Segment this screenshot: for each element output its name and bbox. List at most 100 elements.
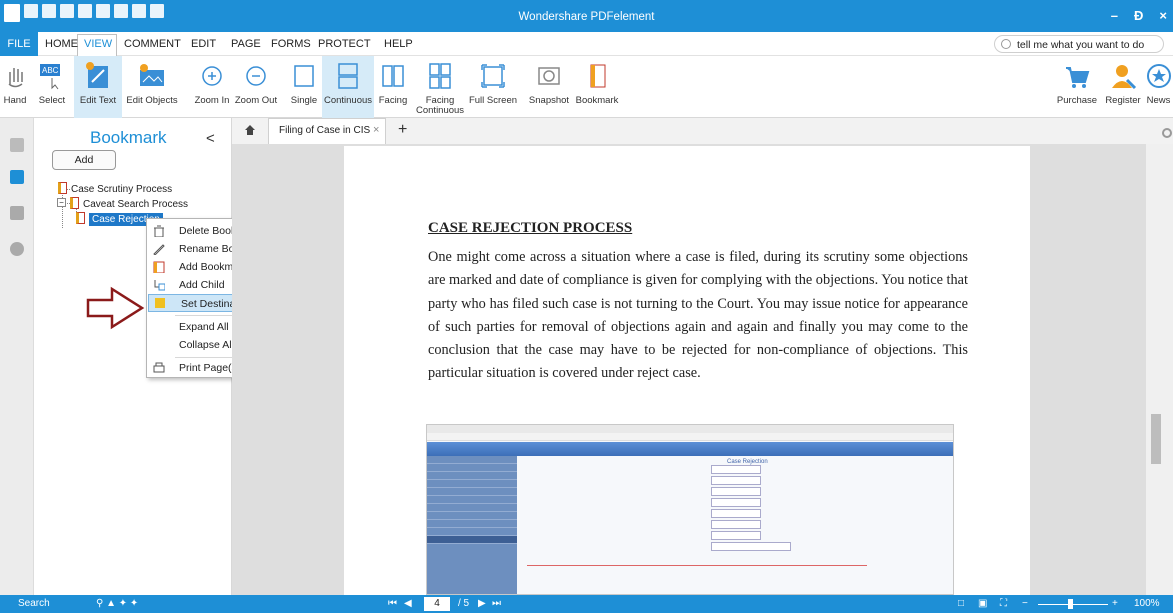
zoom-slider-track[interactable] <box>1038 604 1108 605</box>
zoom-in-status-icon[interactable]: + <box>1112 598 1118 609</box>
document-viewport[interactable]: CASE REJECTION PROCESS One might come ac… <box>232 144 1146 595</box>
facing-continuous-icon <box>426 62 454 90</box>
embedded-app-header <box>427 442 953 456</box>
menu-protect[interactable]: PROTECT <box>318 38 371 50</box>
hand-tool-button[interactable]: Hand <box>0 56 30 118</box>
add-bookmark-icon <box>153 261 165 273</box>
collapse-node-icon[interactable]: − <box>57 198 66 207</box>
document-tab-bar: Filing of Case in CIS × + <box>232 118 1173 144</box>
bookmark-button[interactable]: Bookmark <box>574 56 620 118</box>
tree-item[interactable]: Caveat Search Process <box>70 197 188 210</box>
zoom-level[interactable]: 100% <box>1134 598 1160 609</box>
trash-icon <box>154 225 164 237</box>
printer-icon <box>153 362 165 373</box>
scrollbar-thumb[interactable] <box>1151 414 1161 464</box>
pencil-icon <box>153 244 165 255</box>
embedded-browser-bar <box>427 425 953 433</box>
zoom-out-status-icon[interactable]: − <box>1022 598 1028 609</box>
tell-me-search[interactable]: tell me what you want to do <box>994 35 1164 53</box>
app-title: Wondershare PDFelement <box>518 11 655 23</box>
edit-objects-button[interactable]: Edit Objects <box>124 56 180 118</box>
document-tab[interactable]: Filing of Case in CIS × <box>268 118 386 144</box>
comments-panel-icon[interactable] <box>10 206 24 220</box>
add-bookmark-button[interactable]: Add <box>52 150 116 170</box>
search-icon <box>1001 39 1011 49</box>
camera-icon <box>535 62 563 90</box>
vertical-scrollbar[interactable] <box>1146 144 1173 595</box>
add-child-icon <box>154 280 165 291</box>
left-sidebar-strip <box>0 118 34 595</box>
panel-title: Bookmark <box>90 128 167 147</box>
purchase-button[interactable]: Purchase <box>1054 56 1100 118</box>
search-panel-icon[interactable] <box>10 242 24 256</box>
last-page-icon[interactable]: ⏭ <box>492 598 501 609</box>
single-page-icon <box>290 62 318 90</box>
search-nav-icons[interactable]: ⚲ ▲ ✦ ✦ <box>96 598 138 609</box>
gear-icon[interactable] <box>1162 128 1172 138</box>
bookmark-item-icon <box>58 182 67 194</box>
single-view-icon[interactable]: □ <box>958 598 964 609</box>
document-heading: CASE REJECTION PROCESS <box>428 220 633 236</box>
fullscreen-view-icon[interactable]: ⛶ <box>1000 598 1007 609</box>
facing-button[interactable]: Facing <box>375 56 411 118</box>
embedded-form <box>607 465 867 553</box>
prev-page-icon[interactable]: ◀ <box>404 598 412 609</box>
maximize-button[interactable]: Ɖ <box>1134 8 1143 23</box>
embedded-sidebar <box>427 456 517 594</box>
bookmark-icon <box>583 62 611 90</box>
fit-view-icon[interactable]: ▣ <box>978 598 987 609</box>
register-icon <box>1109 62 1137 90</box>
menu-help[interactable]: HELP <box>384 38 413 50</box>
thumbnails-icon[interactable] <box>10 138 24 152</box>
continuous-icon <box>334 62 362 90</box>
next-page-icon[interactable]: ▶ <box>478 598 486 609</box>
zoom-in-icon <box>198 62 226 90</box>
page-total: / 5 <box>458 598 470 609</box>
search-status-label[interactable]: Search <box>18 598 50 609</box>
edit-objects-icon <box>138 62 166 90</box>
menu-forms[interactable]: FORMS <box>271 38 311 50</box>
full-screen-button[interactable]: Full Screen <box>466 56 520 118</box>
document-paragraph: One might come across a situation where … <box>428 249 968 382</box>
menu-edit[interactable]: EDIT <box>191 38 216 50</box>
zoom-in-button[interactable]: Zoom In <box>192 56 232 118</box>
select-tool-button[interactable]: ABC Select <box>32 56 72 118</box>
menu-comment[interactable]: COMMENT <box>124 38 181 50</box>
collapse-panel-button[interactable]: < <box>206 130 215 147</box>
new-tab-button[interactable]: + <box>398 121 407 139</box>
first-page-icon[interactable]: ⏮ <box>388 598 397 609</box>
single-page-button[interactable]: Single <box>288 56 320 118</box>
embedded-bookmarks-bar <box>427 433 953 441</box>
embedded-screenshot-image: Case Rejection <box>426 424 954 595</box>
tell-me-placeholder: tell me what you want to do <box>1017 39 1145 51</box>
menu-home[interactable]: HOME <box>45 38 78 50</box>
menu-view[interactable]: VIEW <box>84 38 112 50</box>
news-icon <box>1145 62 1173 90</box>
tree-item[interactable]: Case Scrutiny Process <box>58 182 172 195</box>
document-tab-label: Filing of Case in CIS <box>279 125 371 136</box>
news-button[interactable]: News <box>1144 56 1173 118</box>
menu-file[interactable]: FILE <box>0 32 38 56</box>
zoom-out-icon <box>242 62 270 90</box>
select-icon: ABC <box>38 62 66 90</box>
edit-text-button[interactable]: Edit Text <box>74 56 122 118</box>
menu-page[interactable]: PAGE <box>231 38 261 50</box>
zoom-out-button[interactable]: Zoom Out <box>233 56 279 118</box>
snapshot-button[interactable]: Snapshot <box>524 56 574 118</box>
zoom-slider-thumb[interactable] <box>1068 599 1073 609</box>
title-bar: Wondershare PDFelement – Ɖ × <box>0 0 1173 32</box>
svg-text:ABC: ABC <box>42 66 59 75</box>
facing-continuous-button[interactable]: Facing Continuous <box>416 56 464 118</box>
edit-text-icon <box>84 62 112 90</box>
close-tab-icon[interactable]: × <box>373 124 379 136</box>
hand-icon <box>1 62 29 90</box>
close-button[interactable]: × <box>1159 8 1167 23</box>
page-number-input[interactable]: 4 <box>424 597 450 611</box>
home-icon[interactable] <box>244 124 256 136</box>
minimize-button[interactable]: – <box>1111 8 1118 23</box>
continuous-button[interactable]: Continuous <box>322 56 374 118</box>
pdf-page: CASE REJECTION PROCESS One might come ac… <box>344 146 1030 595</box>
bookmarks-panel-icon[interactable] <box>10 170 24 184</box>
register-button[interactable]: Register <box>1102 56 1144 118</box>
embedded-divider <box>527 565 867 566</box>
